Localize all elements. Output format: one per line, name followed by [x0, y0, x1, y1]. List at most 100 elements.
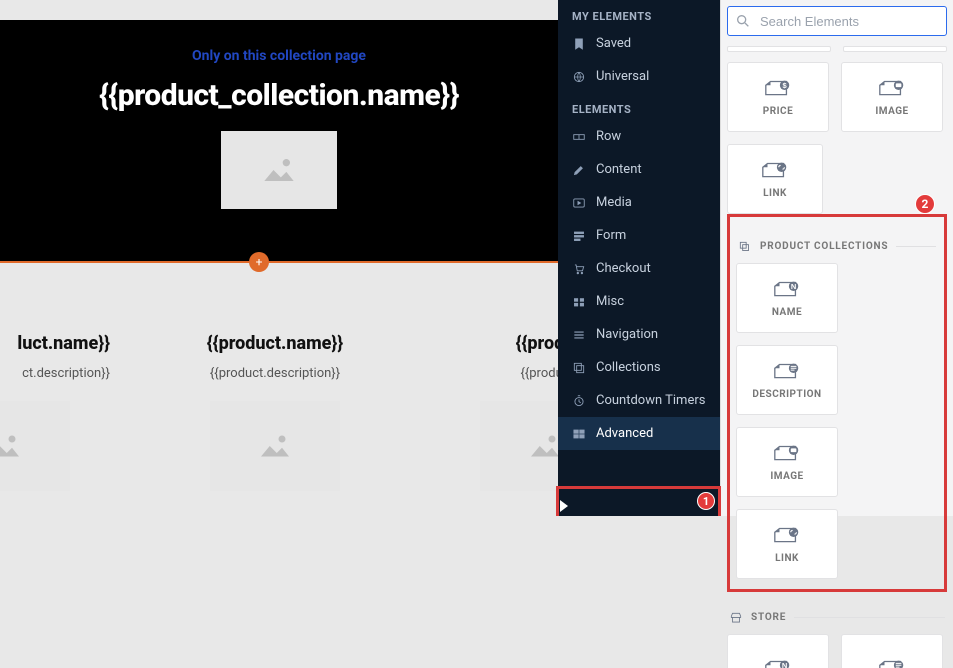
tile-label: PRICE [763, 106, 793, 117]
row-icon [572, 130, 586, 144]
product-description: {{product.description}} [170, 366, 380, 381]
sidebar-item-misc[interactable]: Misc [558, 285, 720, 318]
search-icon [735, 13, 751, 29]
price-tag-icon: $ [763, 78, 793, 100]
sidebar-item-navigation[interactable]: Navigation [558, 318, 720, 351]
sidebar-item-label: Collections [596, 360, 661, 375]
product-name: {{product.name}} [170, 333, 380, 354]
sidebar-item-label: Misc [596, 294, 624, 309]
image-tag-icon [772, 443, 802, 465]
elements-panel: $ PRICE IMAGE LINK 2 PRODUCT COLLECTIONS [720, 0, 953, 516]
name-tag-icon: N [763, 658, 793, 668]
store-icon [729, 610, 743, 624]
product-description: {{produc [440, 366, 558, 381]
sidebar-item-label: Checkout [596, 261, 651, 276]
element-tile-store-name[interactable]: N [727, 634, 829, 668]
timer-icon [572, 394, 586, 408]
sidebar-section-my-elements: MY ELEMENTS [558, 0, 720, 27]
hero-image-placeholder[interactable] [221, 131, 337, 209]
hero-section: Only on this collection page {{product_c… [0, 20, 558, 263]
element-tile-link[interactable]: LINK [727, 144, 823, 214]
link-tag-icon [772, 525, 802, 547]
hero-subtitle: Only on this collection page [0, 20, 558, 64]
product-collections-group: PRODUCT COLLECTIONS N NAME DESCRIPTION [727, 214, 947, 592]
description-tag-icon [877, 658, 907, 668]
section-header-store: STORE [729, 610, 945, 624]
sidebar-item-label: Advanced [596, 426, 653, 441]
product-card[interactable]: luct.name}} ct.description}} [0, 333, 110, 491]
cart-icon [572, 262, 586, 276]
element-tile-image[interactable]: IMAGE [841, 62, 943, 132]
products-row: luct.name}} ct.description}} {{product.n… [0, 263, 558, 491]
sidebar-item-row[interactable]: Row [558, 120, 720, 153]
product-card[interactable]: {{product.name}} {{product.description}} [170, 333, 380, 491]
annotation-marker-1: 1 [697, 492, 715, 510]
element-tile-pc-name[interactable]: N NAME [736, 263, 838, 333]
sidebar-item-advanced[interactable]: Advanced [558, 417, 720, 450]
divider [896, 246, 936, 247]
element-tile-pc-description[interactable]: DESCRIPTION [736, 345, 838, 415]
canvas-area: Only on this collection page {{product_c… [0, 0, 558, 516]
nav-icon [572, 328, 586, 342]
advanced-icon [572, 427, 586, 441]
sidebar-item-media[interactable]: Media [558, 186, 720, 219]
form-icon [572, 229, 586, 243]
name-tag-icon: N [772, 279, 802, 301]
tile-label: LINK [763, 188, 787, 199]
product-name: luct.name}} [0, 333, 110, 354]
svg-text:N: N [791, 282, 796, 291]
sidebar-item-label: Navigation [596, 327, 658, 342]
element-tile-store-description[interactable] [841, 634, 943, 668]
sidebar-section-elements: ELEMENTS [558, 93, 720, 120]
tile-label: IMAGE [875, 106, 908, 117]
misc-icon [572, 295, 586, 309]
link-tag-icon [760, 160, 790, 182]
sidebar-item-countdown-timers[interactable]: Countdown Timers [558, 384, 720, 417]
tile-label: DESCRIPTION [752, 389, 821, 400]
sidebar-item-label: Saved [596, 36, 631, 51]
sidebar-item-label: Media [596, 195, 632, 210]
tile-stub [843, 46, 947, 52]
description-tag-icon [772, 361, 802, 383]
sidebar-item-label: Form [596, 228, 626, 243]
tile-stub [727, 46, 831, 52]
sidebar-item-collections[interactable]: Collections [558, 351, 720, 384]
product-image-placeholder [0, 401, 70, 491]
element-tile-price[interactable]: $ PRICE [727, 62, 829, 132]
hero-title: {{product_collection.name}} [0, 78, 558, 113]
sidebar-item-label: Row [596, 129, 621, 144]
element-tile-pc-image[interactable]: IMAGE [736, 427, 838, 497]
search-input[interactable] [727, 6, 947, 36]
product-card[interactable]: {{produ {{produc [440, 333, 558, 491]
sidebar-item-universal[interactable]: Universal [558, 60, 720, 93]
product-image-placeholder [480, 401, 558, 491]
add-element-button[interactable]: + [249, 252, 269, 272]
bookmark-icon [572, 37, 586, 51]
section-header-label: STORE [751, 612, 786, 623]
sidebar-item-saved[interactable]: Saved [558, 27, 720, 60]
tile-label: NAME [772, 307, 802, 318]
sidebar-item-checkout[interactable]: Checkout [558, 252, 720, 285]
element-tile-pc-link[interactable]: LINK [736, 509, 838, 579]
globe-icon [572, 70, 586, 84]
annotation-marker-2: 2 [915, 194, 935, 214]
collections-icon [738, 239, 752, 253]
caret-icon [560, 500, 568, 512]
collections-icon [572, 361, 586, 375]
insert-indicator-line [0, 261, 558, 263]
section-header-product-collections: PRODUCT COLLECTIONS [738, 239, 936, 253]
sidebar-item-form[interactable]: Form [558, 219, 720, 252]
divider [794, 617, 945, 618]
product-description: ct.description}} [0, 366, 110, 381]
search-wrap [727, 6, 947, 36]
plus-icon: + [256, 256, 263, 268]
sidebar-item-label: Countdown Timers [596, 393, 705, 408]
image-placeholder-icon [257, 148, 301, 192]
product-image-placeholder [210, 401, 340, 491]
section-header-label: PRODUCT COLLECTIONS [760, 241, 888, 252]
svg-text:N: N [782, 661, 787, 668]
sidebar-item-label: Universal [596, 69, 649, 84]
tile-label: LINK [775, 553, 799, 564]
sidebar-item-content[interactable]: Content [558, 153, 720, 186]
product-name: {{produ [440, 333, 558, 354]
